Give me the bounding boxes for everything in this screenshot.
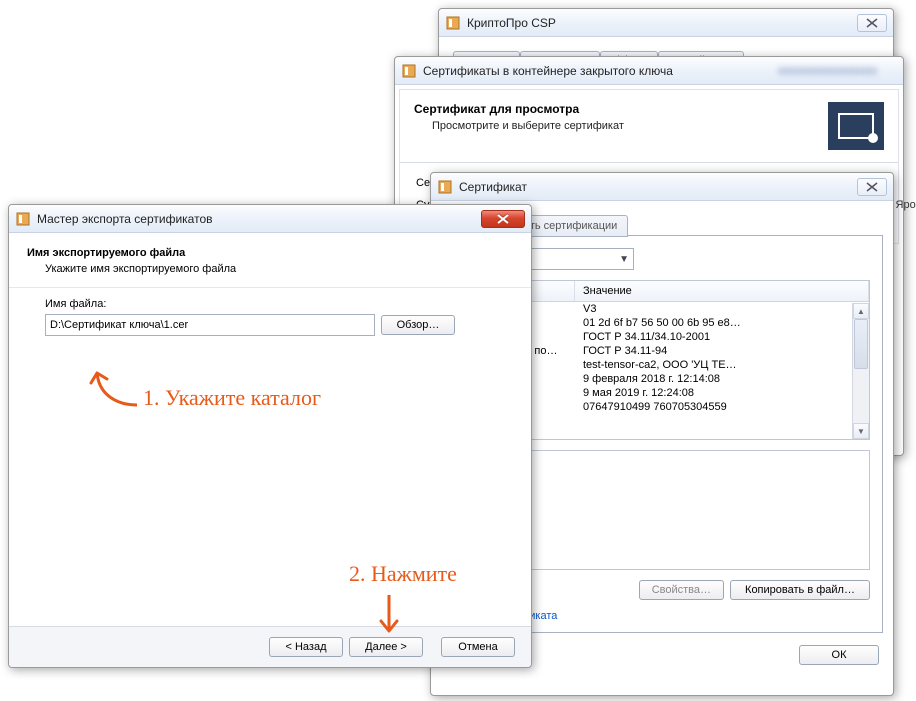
chevron-down-icon: ▼: [619, 254, 629, 265]
subject-tail: Ярослав: [896, 199, 916, 211]
column-value[interactable]: Значение: [575, 281, 869, 301]
window-title: КриптоПро CSP: [467, 16, 556, 30]
panel-subtext: Просмотрите и выберите сертификат: [432, 120, 828, 132]
browse-button[interactable]: Обзор…: [381, 315, 455, 335]
scroll-down-button[interactable]: ▼: [853, 423, 869, 439]
cert-properties-button[interactable]: Свойства…: [639, 580, 724, 600]
next-button[interactable]: Далее >: [349, 637, 423, 657]
scrollbar[interactable]: ▲ ▼: [852, 303, 869, 439]
window-close-button[interactable]: [857, 14, 887, 32]
window-close-button[interactable]: [857, 178, 887, 196]
window-close-button[interactable]: [481, 210, 525, 228]
app-icon: [437, 179, 453, 195]
titlebar[interactable]: Мастер экспорта сертификатов: [9, 205, 531, 233]
window-title: Мастер экспорта сертификатов: [37, 212, 213, 226]
wizard-subtext: Укажите имя экспортируемого файла: [45, 263, 513, 275]
titlebar[interactable]: Сертификаты в контейнере закрытого ключа…: [395, 57, 903, 85]
filename-label: Имя файла:: [45, 298, 495, 310]
wizard-footer: < Назад Далее > Отмена: [9, 626, 531, 667]
certificate-icon: [828, 102, 884, 150]
blurred-text: xxxxxxxxxxxxxxxxxx: [778, 65, 877, 77]
titlebar[interactable]: КриптоПро CSP: [439, 9, 893, 37]
filename-input[interactable]: [45, 314, 375, 336]
app-icon: [401, 63, 417, 79]
titlebar[interactable]: Сертификат: [431, 173, 893, 201]
app-icon: [445, 15, 461, 31]
scroll-thumb[interactable]: [854, 319, 868, 369]
annotation-step2: 2. Нажмите: [349, 561, 457, 587]
annotation-step1: 1. Укажите каталог: [143, 385, 321, 411]
window-title: Сертификаты в контейнере закрытого ключа: [423, 64, 673, 78]
wizard-heading: Имя экспортируемого файла: [27, 247, 513, 259]
panel-heading: Сертификат для просмотра: [414, 102, 828, 116]
window-export-wizard: Мастер экспорта сертификатов Имя экспорт…: [8, 204, 532, 668]
app-icon: [15, 211, 31, 227]
ok-button[interactable]: ОК: [799, 645, 879, 665]
scroll-up-button[interactable]: ▲: [853, 303, 869, 319]
window-title: Сертификат: [459, 180, 527, 194]
back-button[interactable]: < Назад: [269, 637, 343, 657]
copy-to-file-button[interactable]: Копировать в файл…: [730, 580, 870, 600]
cancel-button[interactable]: Отмена: [441, 637, 515, 657]
annotation-arrow-1: [87, 365, 147, 411]
